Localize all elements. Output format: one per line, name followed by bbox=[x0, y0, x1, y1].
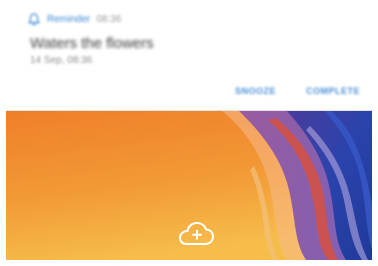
bell-icon bbox=[28, 12, 40, 26]
cloud-add-icon[interactable] bbox=[175, 221, 215, 247]
notification-title: Waters the flowers bbox=[30, 35, 154, 52]
notification-actions: SNOOZE COMPLETE bbox=[235, 86, 360, 96]
notification-header: Reminder 08:36 bbox=[28, 12, 121, 26]
complete-button[interactable]: COMPLETE bbox=[306, 86, 360, 96]
screen: Reminder 08:36 Waters the flowers 14 Sep… bbox=[0, 0, 378, 266]
notification-time: 08:36 bbox=[96, 13, 122, 25]
reminder-notification[interactable]: Reminder 08:36 Waters the flowers 14 Sep… bbox=[6, 0, 372, 111]
notification-subtitle: 14 Sep, 08:36 bbox=[30, 55, 93, 66]
snooze-button[interactable]: SNOOZE bbox=[235, 86, 276, 96]
notification-app-name: Reminder bbox=[47, 13, 91, 25]
